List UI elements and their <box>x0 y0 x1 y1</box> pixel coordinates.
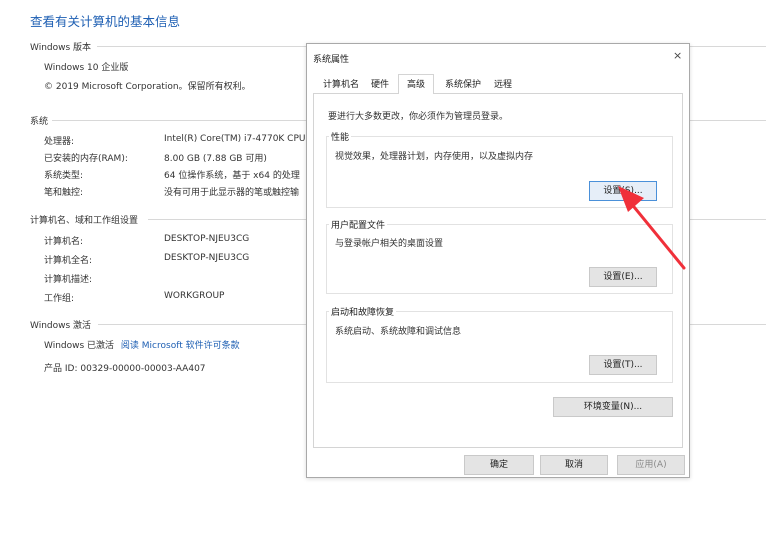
tab-advanced[interactable]: 高级 <box>398 74 434 94</box>
red-arrow-annotation-icon <box>618 186 686 270</box>
